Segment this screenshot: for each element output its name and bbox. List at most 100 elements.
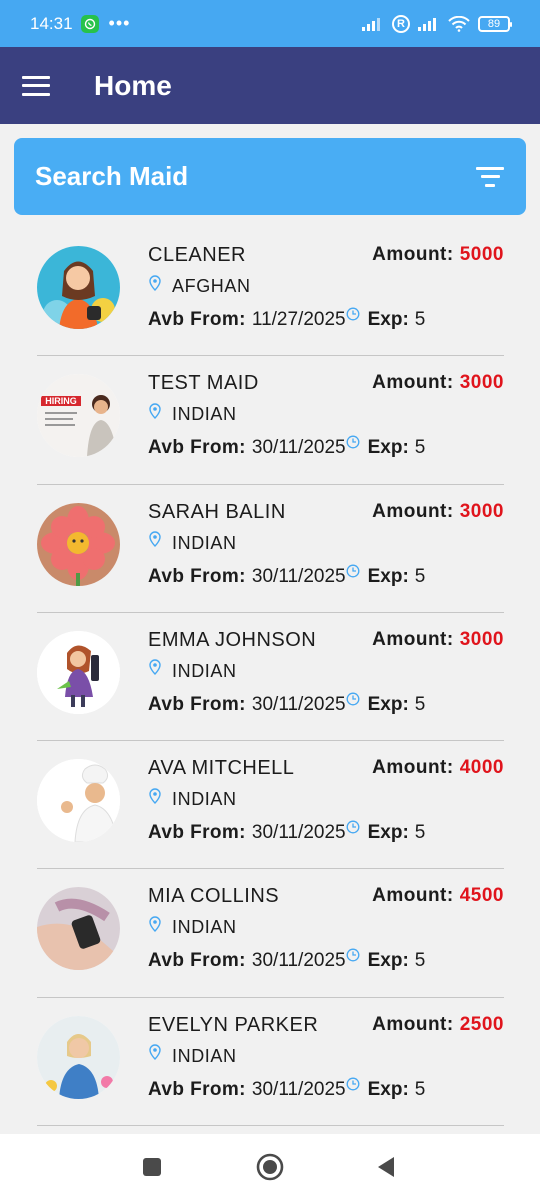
exp-label: Exp: bbox=[367, 437, 409, 459]
maid-card[interactable]: CLEANER Amount: 5000 AFGHAN Avb From: 11/2… bbox=[37, 228, 504, 357]
status-bar: 14:31 ••• R 89 bbox=[0, 0, 540, 47]
location-pin-icon bbox=[149, 1044, 161, 1061]
back-triangle-icon bbox=[378, 1157, 394, 1177]
exp-label: Exp: bbox=[367, 309, 409, 330]
maid-name: AVA MITCHELL bbox=[148, 757, 295, 780]
whatsapp-icon bbox=[80, 14, 99, 33]
amount-label: Amount: bbox=[372, 757, 454, 779]
maid-availability: Avb From: 30/11/2025 Exp: 5 bbox=[148, 820, 426, 844]
maid-amount: Amount: 5000 bbox=[372, 244, 504, 266]
clock-icon bbox=[346, 435, 360, 449]
clock-icon bbox=[346, 564, 360, 578]
amount-label: Amount: bbox=[372, 885, 454, 907]
maid-amount: Amount: 4500 bbox=[372, 885, 504, 907]
clock-icon bbox=[346, 1077, 360, 1091]
exp-label: Exp: bbox=[367, 565, 409, 587]
maid-country: INDIAN bbox=[148, 531, 237, 554]
amount-value: 3000 bbox=[459, 500, 504, 522]
avb-from-date: 30/11/2025 bbox=[251, 693, 346, 715]
maid-card[interactable]: SARAH BALIN Amount: 3000 INDIAN Avb From:… bbox=[37, 485, 504, 613]
maid-country: AFGHAN bbox=[148, 274, 251, 297]
maid-availability: Avb From: 30/11/2025 Exp: 5 bbox=[148, 564, 426, 588]
country-text: INDIAN bbox=[172, 404, 237, 425]
maid-card[interactable]: MIA COLLINS Amount: 4500 INDIAN Avb From:… bbox=[37, 869, 504, 998]
maid-list: CLEANER Amount: 5000 AFGHAN Avb From: 11/2… bbox=[37, 228, 504, 1127]
location-pin-icon bbox=[149, 916, 161, 932]
location-pin-icon bbox=[149, 659, 161, 676]
location-pin-icon bbox=[149, 403, 161, 419]
avb-from-date: 30/11/2025 bbox=[251, 1078, 346, 1100]
clock-icon bbox=[346, 307, 360, 321]
country-text: INDIAN bbox=[172, 917, 237, 938]
recent-apps-button[interactable] bbox=[122, 1134, 182, 1200]
avb-from-label: Avb From: bbox=[148, 565, 246, 587]
home-button[interactable] bbox=[240, 1134, 300, 1200]
maid-amount: Amount: 2500 bbox=[372, 1014, 504, 1036]
amount-value: 2500 bbox=[459, 1013, 504, 1035]
amount-value: 4500 bbox=[459, 885, 504, 907]
maid-name: TEST MAID bbox=[148, 372, 259, 395]
maid-country: INDIAN bbox=[148, 1044, 237, 1067]
maid-availability: Avb From: 30/11/2025 Exp: 5 bbox=[148, 435, 425, 459]
avb-from-date: 30/11/2025 bbox=[251, 437, 346, 459]
maid-avatar bbox=[37, 759, 120, 843]
search-maid-button[interactable]: Search Maid bbox=[14, 138, 526, 215]
home-circle-icon bbox=[256, 1153, 284, 1181]
maid-name: CLEANER bbox=[148, 244, 246, 266]
country-text: INDIAN bbox=[172, 1045, 237, 1066]
maid-amount: Amount: 3000 bbox=[372, 501, 504, 523]
avb-from-label: Avb From: bbox=[148, 309, 246, 330]
exp-value: 5 bbox=[414, 693, 426, 715]
avb-from-date: 30/11/2025 bbox=[251, 822, 346, 844]
back-button[interactable] bbox=[356, 1134, 416, 1200]
exp-label: Exp: bbox=[367, 693, 409, 715]
maid-amount: Amount: 3000 bbox=[372, 629, 504, 651]
exp-value: 5 bbox=[414, 565, 426, 587]
square-icon bbox=[143, 1158, 161, 1176]
country-text: INDIAN bbox=[172, 789, 237, 810]
maid-name: EMMA JOHNSON bbox=[148, 628, 317, 651]
maid-avatar bbox=[37, 502, 120, 586]
avb-from-label: Avb From: bbox=[148, 822, 246, 844]
maid-avatar bbox=[37, 1015, 120, 1099]
search-maid-label: Search Maid bbox=[35, 161, 189, 191]
app-bar: Home bbox=[0, 47, 540, 124]
maid-avatar bbox=[37, 246, 120, 329]
country-text: INDIAN bbox=[172, 532, 237, 553]
location-pin-icon bbox=[149, 787, 161, 804]
exp-label: Exp: bbox=[367, 950, 409, 972]
avb-from-label: Avb From: bbox=[148, 693, 246, 715]
signal-icon-2 bbox=[418, 17, 436, 31]
menu-icon[interactable] bbox=[22, 75, 50, 96]
maid-card[interactable]: EVELYN PARKER Amount: 2500 INDIAN Avb Fro… bbox=[37, 998, 504, 1127]
exp-value: 5 bbox=[414, 950, 426, 972]
country-text: INDIAN bbox=[172, 660, 237, 681]
exp-value: 5 bbox=[414, 309, 426, 330]
wifi-icon bbox=[448, 15, 470, 32]
amount-label: Amount: bbox=[372, 500, 454, 522]
maid-availability: Avb From: 30/11/2025 Exp: 5 bbox=[148, 692, 426, 716]
maid-name: SARAH BALIN bbox=[148, 500, 286, 523]
clock-icon bbox=[346, 949, 360, 962]
signal-icon bbox=[362, 17, 380, 31]
maid-amount: Amount: 3000 bbox=[372, 372, 504, 394]
avb-from-date: 30/11/2025 bbox=[251, 950, 346, 972]
avb-from-label: Avb From: bbox=[148, 437, 246, 459]
amount-value: 5000 bbox=[459, 244, 504, 265]
exp-value: 5 bbox=[414, 1078, 426, 1100]
maid-card[interactable]: AVA MITCHELL Amount: 4000 INDIAN Avb From… bbox=[37, 741, 504, 870]
maid-amount: Amount: 4000 bbox=[372, 757, 504, 779]
maid-name: EVELYN PARKER bbox=[148, 1013, 319, 1036]
page-title: Home bbox=[94, 69, 172, 101]
roaming-icon: R bbox=[392, 14, 410, 33]
maid-country: INDIAN bbox=[148, 659, 237, 682]
filter-icon[interactable] bbox=[476, 166, 504, 187]
maid-card[interactable]: HIRING TEST MAID Amount: 3000 INDIAN Avb … bbox=[37, 356, 504, 485]
maid-name: MIA COLLINS bbox=[148, 885, 280, 908]
amount-label: Amount: bbox=[372, 244, 454, 265]
exp-label: Exp: bbox=[367, 1078, 409, 1100]
maid-availability: Avb From: 30/11/2025 Exp: 5 bbox=[148, 1077, 426, 1101]
maid-card[interactable]: EMMA JOHNSON Amount: 3000 INDIAN Avb From… bbox=[37, 613, 504, 742]
location-pin-icon bbox=[149, 531, 161, 548]
exp-value: 5 bbox=[414, 822, 426, 844]
